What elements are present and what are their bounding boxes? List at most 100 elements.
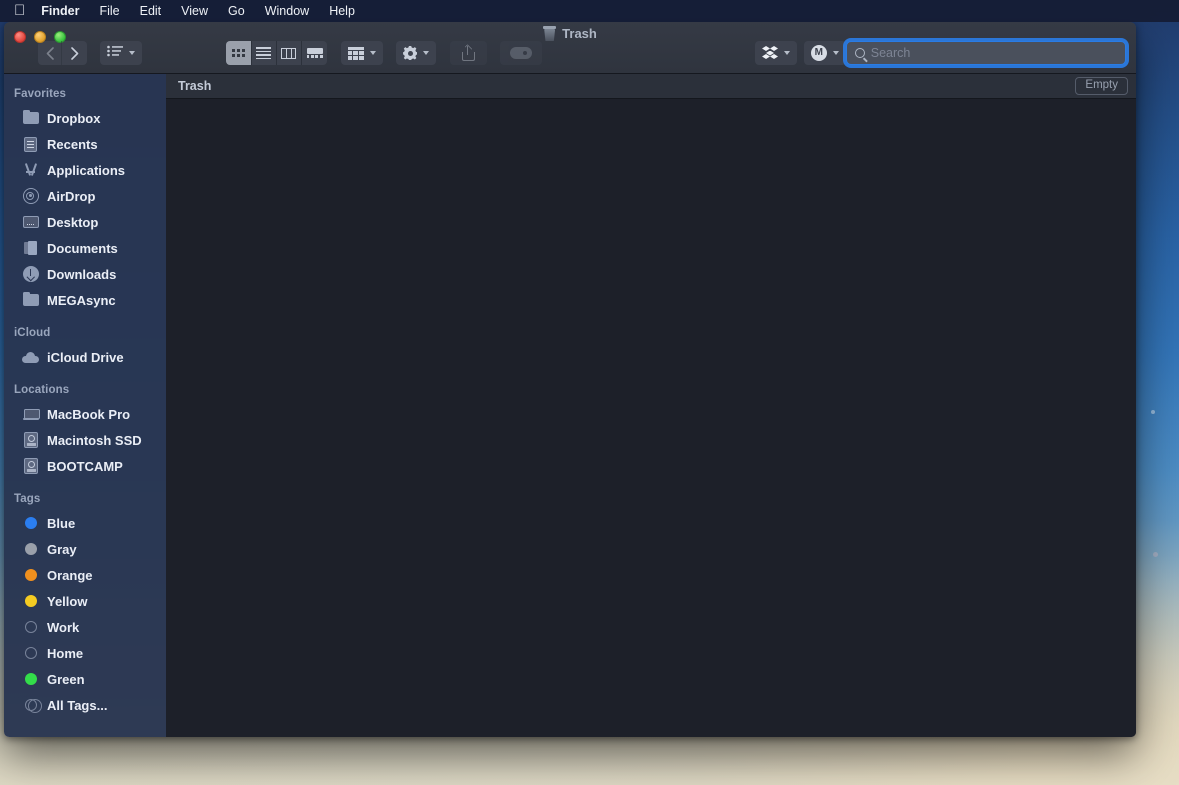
sidebar-item-tag-gray[interactable]: Gray <box>4 536 166 562</box>
sidebar-item-label: Documents <box>47 240 118 256</box>
sidebar-item-megasync[interactable]: MEGAsync <box>4 287 166 313</box>
recents-icon <box>22 136 39 153</box>
sidebar-item-label: Blue <box>47 515 76 531</box>
window-toolbar: Trash M Search <box>4 22 1136 74</box>
gallery-view-button[interactable] <box>302 41 327 65</box>
sidebar-item-airdrop[interactable]: AirDrop <box>4 183 166 209</box>
sidebar-item-tag-yellow[interactable]: Yellow <box>4 588 166 614</box>
sidebar-section-icloud: iCloud <box>14 327 51 339</box>
menu-item-go[interactable]: Go <box>228 4 245 18</box>
tag-dot-icon <box>22 671 39 688</box>
toolbar-controls: M Search <box>4 39 1136 73</box>
applications-icon <box>22 162 39 179</box>
icon-view-icon <box>231 49 245 57</box>
sidebar-item-label: Gray <box>47 541 77 557</box>
column-view-icon <box>281 47 297 59</box>
list-view-button[interactable] <box>252 41 277 65</box>
sidebar-item-label: Dropbox <box>47 110 101 126</box>
menu-item-edit[interactable]: Edit <box>140 4 162 18</box>
airdrop-icon <box>22 188 39 205</box>
share-button[interactable] <box>449 41 487 65</box>
sidebar-item-label: iCloud Drive <box>47 349 124 365</box>
menu-item-view[interactable]: View <box>181 4 208 18</box>
sidebar-item-tag-green[interactable]: Green <box>4 666 166 692</box>
arrange-button[interactable] <box>340 41 383 65</box>
forward-button[interactable] <box>62 41 86 65</box>
search-input[interactable]: Search <box>845 41 1127 65</box>
downloads-icon <box>22 266 39 283</box>
sidebar-item-tag-orange[interactable]: Orange <box>4 562 166 588</box>
hard-drive-icon <box>22 458 39 475</box>
wallpaper-glint <box>1153 552 1158 557</box>
documents-icon <box>22 240 39 257</box>
empty-trash-button[interactable]: Empty <box>1075 76 1128 96</box>
sidebar-section-tags: Tags <box>14 493 41 505</box>
dropbox-icon <box>762 46 779 60</box>
sidebar-item-tag-blue[interactable]: Blue <box>4 510 166 536</box>
chevron-down-icon <box>832 51 839 55</box>
all-tags-icon <box>22 697 42 714</box>
hard-drive-icon <box>22 432 39 449</box>
desktop-icon <box>22 214 39 231</box>
laptop-icon <box>22 406 40 423</box>
sidebar-item-desktop[interactable]: Desktop <box>4 209 166 235</box>
sidebar-section-locations: Locations <box>14 384 70 396</box>
menu-bar:  Finder File Edit View Go Window Help <box>0 0 1179 22</box>
finder-window: Trash M Search Favorites Dropbox Recents… <box>4 22 1136 737</box>
search-placeholder: Search <box>870 46 911 60</box>
folder-icon <box>22 109 39 127</box>
sidebar-item-label: Applications <box>47 162 126 178</box>
group-by-button[interactable] <box>100 41 143 65</box>
sidebar-item-downloads[interactable]: Downloads <box>4 261 166 287</box>
content-header: Trash Empty <box>166 74 1136 99</box>
cloud-icon <box>22 349 39 366</box>
sidebar-item-documents[interactable]: Documents <box>4 235 166 261</box>
column-view-button[interactable] <box>277 41 303 65</box>
dropbox-menu-button[interactable] <box>755 41 798 65</box>
close-window-button[interactable] <box>14 31 26 43</box>
tag-dot-icon <box>22 619 39 636</box>
chevron-down-icon <box>784 51 791 55</box>
tag-dot-icon <box>22 593 39 610</box>
menu-item-help[interactable]: Help <box>329 4 355 18</box>
sidebar-item-bootcamp[interactable]: BOOTCAMP <box>4 453 166 479</box>
back-button[interactable] <box>38 41 63 65</box>
action-menu-button[interactable] <box>396 41 437 65</box>
sidebar-item-macintosh-ssd[interactable]: Macintosh SSD <box>4 427 166 453</box>
sidebar-item-tag-work[interactable]: Work <box>4 614 166 640</box>
menu-item-finder[interactable]: Finder <box>41 4 79 18</box>
icon-view-button[interactable] <box>226 41 252 65</box>
sidebar-item-tag-home[interactable]: Home <box>4 640 166 666</box>
sidebar-item-all-tags[interactable]: All Tags... <box>4 692 166 718</box>
content-title: Trash <box>178 79 212 93</box>
sidebar-item-label: Work <box>47 619 80 635</box>
tag-button[interactable] <box>500 41 543 65</box>
gallery-view-icon <box>306 47 323 59</box>
mega-icon: M <box>810 45 827 61</box>
share-icon <box>461 43 475 61</box>
sidebar-item-macbook-pro[interactable]: MacBook Pro <box>4 401 166 427</box>
apple-logo-icon[interactable]:  <box>14 3 25 18</box>
sidebar-item-label: AirDrop <box>47 188 96 204</box>
sidebar-item-label: Downloads <box>47 266 117 282</box>
gear-icon <box>403 46 417 60</box>
search-icon <box>854 48 865 58</box>
mega-menu-button[interactable]: M <box>803 41 846 65</box>
menu-item-file[interactable]: File <box>99 4 119 18</box>
chevron-down-icon <box>423 51 430 55</box>
sidebar-item-recents[interactable]: Recents <box>4 131 166 157</box>
sidebar-item-label: MacBook Pro <box>47 406 131 422</box>
sidebar-item-icloud-drive[interactable]: iCloud Drive <box>4 344 166 370</box>
chevron-left-icon <box>46 46 54 60</box>
sidebar-item-label: Recents <box>47 136 98 152</box>
menu-item-window[interactable]: Window <box>265 4 309 18</box>
view-mode-segmented-control <box>226 41 328 65</box>
sidebar-item-applications[interactable]: Applications <box>4 157 166 183</box>
wallpaper-glint <box>1151 410 1155 414</box>
folder-icon <box>22 291 39 309</box>
file-list-empty[interactable] <box>166 99 1136 737</box>
sidebar-item-dropbox[interactable]: Dropbox <box>4 105 166 131</box>
tag-icon <box>510 47 533 59</box>
tag-dot-icon <box>22 541 39 558</box>
tag-dot-icon <box>22 515 39 532</box>
